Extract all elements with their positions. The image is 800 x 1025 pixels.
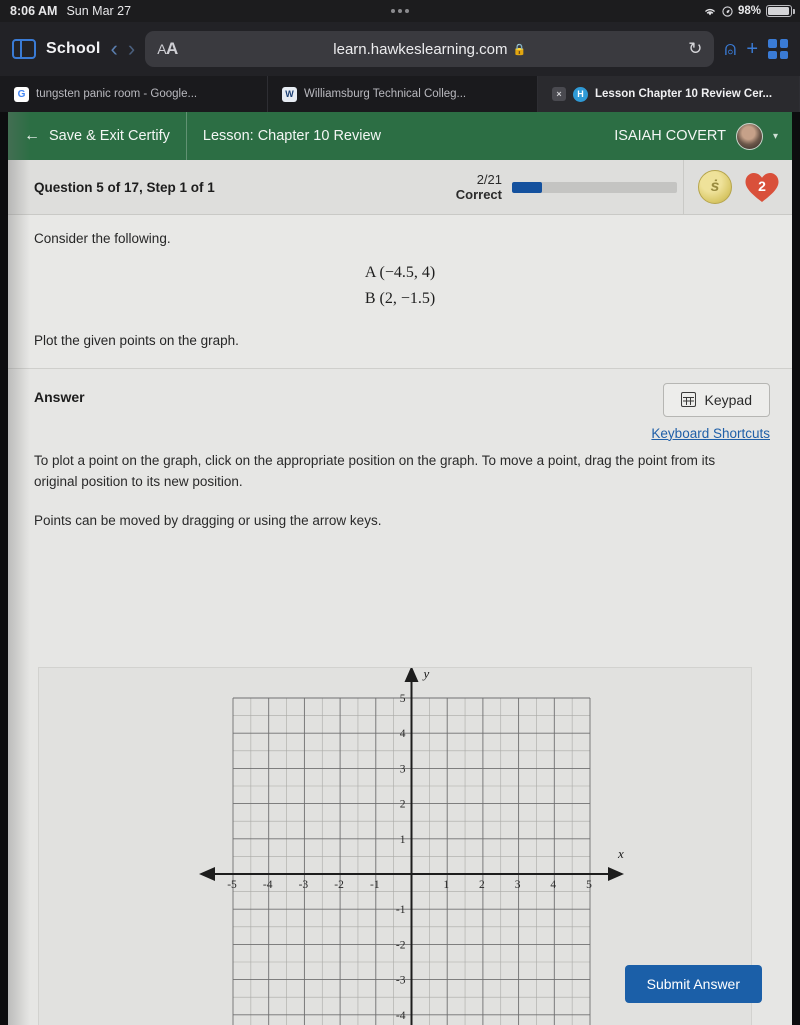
multitask-handle[interactable] bbox=[391, 9, 409, 13]
question-status-bar: Question 5 of 17, Step 1 of 1 2/21 Corre… bbox=[8, 159, 792, 215]
x-tick-label: 2 bbox=[479, 879, 485, 891]
ipad-screen: 8:06 AM Sun Mar 27 98% School ‹ › AA lea… bbox=[0, 0, 800, 1025]
progress-group: 2/21 Correct bbox=[456, 172, 683, 203]
browser-toolbar: School ‹ › AA learn.hawkeslearning.com 🔒… bbox=[0, 22, 800, 76]
new-tab-icon[interactable]: + bbox=[746, 39, 758, 59]
tab-title: tungsten panic room - Google... bbox=[36, 88, 198, 100]
url-text: learn.hawkeslearning.com bbox=[333, 40, 508, 58]
y-axis-label: y bbox=[422, 668, 430, 681]
problem-prompt: Consider the following. bbox=[34, 231, 171, 246]
tab-strip: G tungsten panic room - Google... W Will… bbox=[0, 76, 800, 112]
battery-percent: 98% bbox=[737, 5, 761, 17]
bookmarks-group-label[interactable]: School bbox=[46, 40, 101, 58]
x-tick-label: -4 bbox=[263, 879, 273, 891]
back-arrow-icon: ← bbox=[24, 127, 40, 144]
y-tick-label: -4 bbox=[396, 1010, 406, 1022]
user-name: ISAIAH COVERT bbox=[614, 128, 726, 144]
keypad-button[interactable]: Keypad bbox=[662, 382, 770, 417]
instruction-line-1: To plot a point on the graph, click on t… bbox=[34, 452, 716, 489]
point-a: A (−4.5, 4) bbox=[364, 264, 436, 281]
browser-tab[interactable]: W Williamsburg Technical Colleg... bbox=[268, 76, 538, 112]
keypad-icon bbox=[680, 392, 696, 408]
lesson-title: Lesson: Chapter 10 Review bbox=[187, 112, 397, 160]
url-display: learn.hawkeslearning.com 🔒 bbox=[145, 41, 714, 58]
progress-count: 2/21 bbox=[476, 171, 502, 187]
user-menu[interactable]: ISAIAH COVERT ▾ bbox=[598, 112, 792, 160]
progress-label: Correct bbox=[455, 187, 502, 202]
app-header: ← Save & Exit Certify Lesson: Chapter 10… bbox=[8, 112, 792, 160]
x-tick-label: 4 bbox=[550, 879, 556, 891]
clock: 8:06 AM bbox=[10, 4, 58, 18]
web-page: ← Save & Exit Certify Lesson: Chapter 10… bbox=[8, 112, 792, 1025]
ios-status-bar: 8:06 AM Sun Mar 27 98% bbox=[0, 0, 800, 22]
x-tick-label: -2 bbox=[334, 879, 344, 891]
answer-label: Answer bbox=[34, 388, 85, 405]
lesson-label: Lesson: Chapter 10 Review bbox=[202, 128, 382, 144]
x-tick-label: -3 bbox=[299, 879, 309, 891]
text-size-button[interactable]: AA bbox=[157, 39, 178, 59]
instruction-line-2: Points can be moved by dragging or using… bbox=[34, 512, 382, 528]
back-button[interactable]: ‹ bbox=[111, 38, 118, 60]
answer-header: Answer Keypad Keyboard Shortcuts bbox=[8, 369, 792, 441]
location-icon bbox=[722, 5, 733, 17]
question-content: Consider the following. A (−4.5, 4) B (2… bbox=[8, 215, 792, 1025]
tab-grid-icon[interactable] bbox=[768, 39, 788, 59]
x-tick-label: 5 bbox=[586, 879, 592, 891]
browser-tab[interactable]: G tungsten panic room - Google... bbox=[0, 76, 268, 112]
chevron-down-icon: ▾ bbox=[772, 130, 778, 142]
x-tick-label: -1 bbox=[370, 879, 380, 891]
close-icon[interactable]: × bbox=[552, 87, 566, 101]
progress-text: 2/21 Correct bbox=[456, 172, 502, 203]
x-axis-label: x bbox=[617, 846, 624, 861]
keypad-label: Keypad bbox=[704, 391, 752, 408]
progress-bar bbox=[512, 181, 677, 193]
problem-statement: Consider the following. A (−4.5, 4) B (2… bbox=[8, 215, 792, 369]
lives-badge: 2 bbox=[744, 171, 780, 204]
college-favicon-icon: W bbox=[282, 86, 297, 102]
coin-icon[interactable]: ṡ bbox=[698, 170, 732, 204]
page-title: Question 5 of 17, Step 1 of 1 bbox=[34, 179, 215, 195]
y-tick-label: 5 bbox=[400, 693, 406, 705]
progress-bar-fill bbox=[512, 181, 542, 193]
y-tick-label: -2 bbox=[396, 939, 406, 951]
x-tick-label: 3 bbox=[515, 879, 521, 891]
date-label: Sun Mar 27 bbox=[66, 4, 132, 18]
reload-icon[interactable]: ↻ bbox=[688, 39, 702, 59]
google-favicon-icon: G bbox=[14, 86, 29, 102]
y-tick-label: 2 bbox=[400, 799, 406, 811]
reward-badges: ṡ 2 bbox=[683, 159, 792, 215]
tab-title: Williamsburg Technical Colleg... bbox=[304, 88, 467, 100]
submit-answer-button[interactable]: Submit Answer bbox=[624, 965, 762, 1003]
status-bar-left: 8:06 AM Sun Mar 27 bbox=[0, 4, 131, 18]
submit-row: Submit Answer bbox=[8, 965, 792, 1003]
y-tick-label: -1 bbox=[396, 904, 406, 916]
save-exit-label: Save & Exit Certify bbox=[49, 128, 170, 144]
problem-instruction: Plot the given points on the graph. bbox=[34, 332, 239, 348]
y-tick-label: 4 bbox=[400, 728, 406, 740]
sidebar-toggle-icon[interactable] bbox=[12, 39, 36, 59]
point-b: B (2, −1.5) bbox=[364, 290, 436, 308]
given-points: A (−4.5, 4) B (2, −1.5) bbox=[34, 260, 766, 313]
answer-tools: Keypad Keyboard Shortcuts bbox=[651, 382, 770, 441]
forward-button[interactable]: › bbox=[128, 38, 135, 60]
tab-title: Lesson Chapter 10 Review Cer... bbox=[595, 88, 773, 100]
save-exit-button[interactable]: ← Save & Exit Certify bbox=[8, 112, 187, 160]
x-tick-label: 1 bbox=[443, 879, 449, 891]
avatar bbox=[735, 122, 763, 150]
x-tick-label: -5 bbox=[227, 879, 237, 891]
share-icon[interactable]: ⍝ bbox=[724, 39, 736, 59]
address-bar[interactable]: AA learn.hawkeslearning.com 🔒 ↻ bbox=[145, 31, 715, 67]
status-bar-right: 98% bbox=[703, 0, 795, 22]
y-tick-label: 1 bbox=[400, 834, 406, 846]
answer-instructions: To plot a point on the graph, click on t… bbox=[8, 441, 792, 536]
wifi-icon bbox=[705, 8, 715, 15]
hawkes-favicon-icon: H bbox=[573, 86, 588, 102]
browser-tab-active[interactable]: × H Lesson Chapter 10 Review Cer... bbox=[538, 76, 800, 112]
keyboard-shortcuts-link[interactable]: Keyboard Shortcuts bbox=[651, 426, 770, 441]
y-tick-label: 3 bbox=[400, 763, 406, 775]
lock-icon: 🔒 bbox=[512, 43, 527, 56]
battery-icon bbox=[766, 5, 795, 17]
lives-count: 2 bbox=[758, 178, 766, 194]
